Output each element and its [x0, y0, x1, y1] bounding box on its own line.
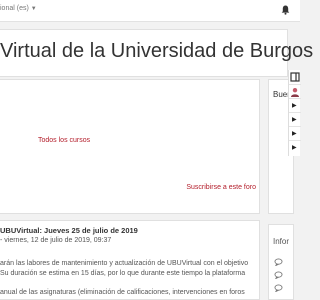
bell-icon[interactable]: [281, 5, 290, 15]
post-meta: - viernes, 12 de julio de 2019, 09:37: [0, 237, 112, 244]
side-block-title: Infor: [273, 237, 290, 246]
drawer-item[interactable]: ▶: [289, 140, 301, 154]
drawer-item[interactable]: ▶: [289, 98, 301, 112]
language-label: ional (es): [0, 5, 29, 12]
chevron-right-icon: ▶: [292, 103, 297, 109]
post-body-line: Su duración se estima en 15 días, por lo…: [0, 270, 246, 277]
chat-icon: [274, 258, 283, 266]
chevron-right-icon: ▶: [292, 117, 297, 123]
main-content-block: Todos los cursos Suscribirse a este foro: [0, 79, 260, 214]
chevron-right-icon: ▶: [292, 131, 297, 137]
chat-icon: [274, 271, 283, 279]
drawer-item-user[interactable]: [289, 84, 301, 98]
page-header: Virtual de la Universidad de Burgos: [0, 29, 313, 77]
news-post: UBUVirtual: Jueves 25 de julio de 2019 -…: [0, 220, 260, 300]
chat-icon: [274, 284, 283, 292]
side-block-info: Infor: [268, 224, 294, 300]
avatar-icon: [291, 88, 299, 97]
subscribe-forum-link[interactable]: Suscribirse a este foro: [186, 184, 256, 191]
all-courses-link[interactable]: Todos los cursos: [38, 137, 90, 144]
post-title[interactable]: UBUVirtual: Jueves 25 de julio de 2019: [0, 226, 138, 235]
post-body-line: arán las labores de mantenimiento y actu…: [0, 260, 249, 267]
drawer-toggle-icon: [290, 72, 300, 82]
drawer-item[interactable]: ▶: [289, 112, 301, 126]
chevron-down-icon: ▼: [30, 6, 37, 12]
post-body: arán las labores de mantenimiento y actu…: [0, 259, 259, 298]
drawer-toggle[interactable]: [289, 70, 301, 84]
post-body-line: anual de las asignaturas (eliminación de…: [0, 289, 245, 296]
block-drawer: ▶ ▶ ▶ ▶: [288, 70, 301, 156]
language-menu[interactable]: ional (es) ▼: [0, 5, 37, 12]
chevron-right-icon: ▶: [292, 145, 297, 151]
drawer-item[interactable]: ▶: [289, 126, 301, 140]
site-title: Virtual de la Universidad de Burgos: [0, 40, 314, 62]
top-navbar: ional (es) ▼: [0, 0, 300, 22]
